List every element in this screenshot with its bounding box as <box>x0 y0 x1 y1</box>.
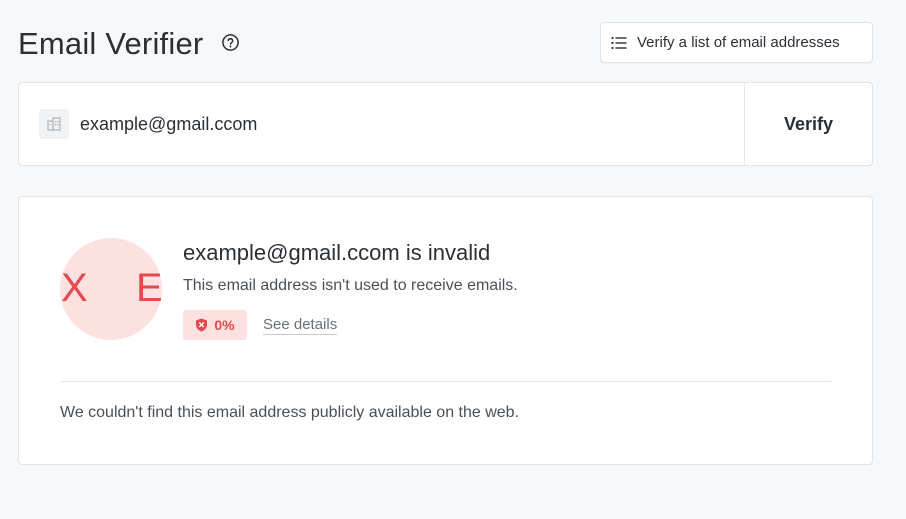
avatar: X E <box>60 238 162 340</box>
result-card: X E example@gmail.ccom is invalid This e… <box>18 196 873 465</box>
verify-list-button-label: Verify a list of email addresses <box>637 34 840 51</box>
web-presence-note: We couldn't find this email address publ… <box>60 404 520 421</box>
search-field[interactable] <box>19 83 745 165</box>
search-card: Verify <box>18 82 873 166</box>
shield-x-icon <box>196 318 208 332</box>
company-icon <box>39 109 69 139</box>
question-circle-icon[interactable] <box>221 33 240 52</box>
page-title: Email Verifier <box>18 26 204 61</box>
verify-button[interactable]: Verify <box>745 83 872 165</box>
avatar-letter: E <box>136 266 162 310</box>
header: Email Verifier Verify a list of email ad… <box>18 22 873 64</box>
list-icon <box>611 36 627 49</box>
verify-list-button[interactable]: Verify a list of email addresses <box>600 22 873 63</box>
email-verifier-page: Email Verifier Verify a list of email ad… <box>0 0 906 519</box>
avatar-letter: X <box>61 266 88 310</box>
result-description: This email address isn't used to receive… <box>183 277 518 294</box>
divider <box>60 381 831 382</box>
score-value: 0% <box>214 317 235 333</box>
email-input[interactable] <box>80 113 680 135</box>
score-badge: 0% <box>183 310 247 340</box>
see-details-link[interactable]: See details <box>263 316 338 335</box>
result-title: example@gmail.ccom is invalid <box>183 240 491 265</box>
